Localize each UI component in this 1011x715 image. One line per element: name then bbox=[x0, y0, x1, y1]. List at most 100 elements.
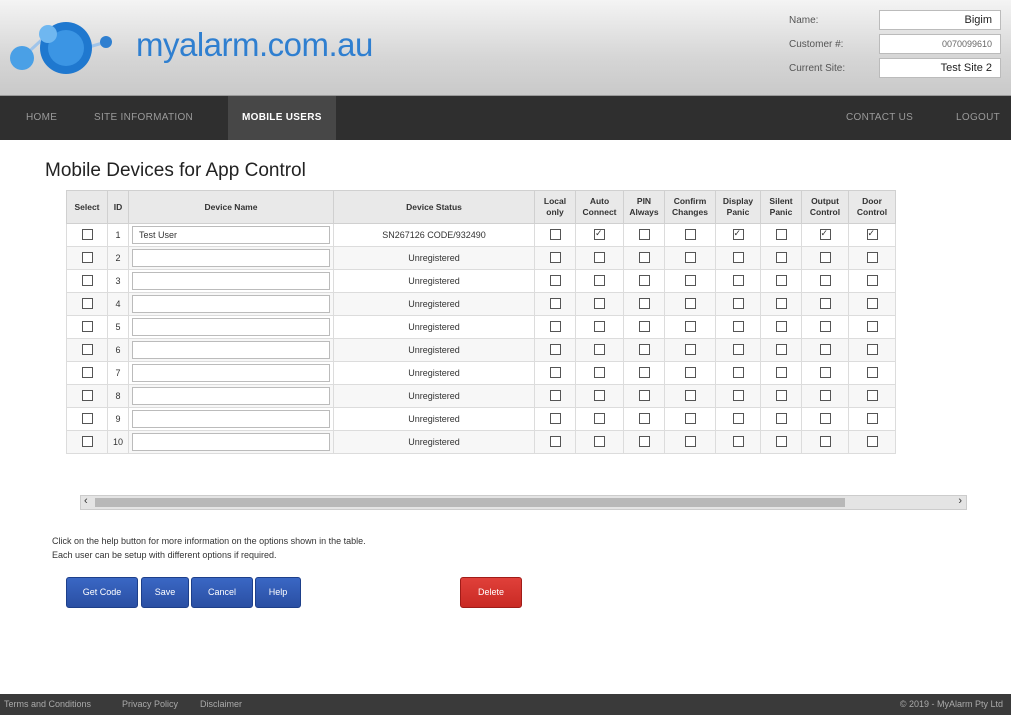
door-control-checkbox[interactable] bbox=[866, 297, 878, 309]
local-only-checkbox[interactable] bbox=[549, 297, 561, 309]
silent-panic-checkbox[interactable] bbox=[775, 297, 787, 309]
nav-mobile-users[interactable]: MOBILE USERS bbox=[228, 96, 336, 140]
display-panic-checkbox[interactable] bbox=[732, 366, 744, 378]
display-panic-checkbox[interactable] bbox=[732, 435, 744, 447]
local-only-checkbox[interactable] bbox=[549, 251, 561, 263]
output-control-checkbox[interactable] bbox=[819, 435, 831, 447]
pin-always-checkbox[interactable] bbox=[638, 297, 650, 309]
silent-panic-checkbox[interactable] bbox=[775, 435, 787, 447]
footer-terms-link[interactable]: Terms and Conditions bbox=[4, 694, 91, 715]
door-control-checkbox[interactable] bbox=[866, 274, 878, 286]
confirm-changes-checkbox[interactable] bbox=[684, 297, 696, 309]
output-control-checkbox[interactable] bbox=[819, 366, 831, 378]
auto-connect-checkbox[interactable] bbox=[594, 389, 605, 401]
select-checkbox[interactable] bbox=[81, 389, 93, 401]
silent-panic-checkbox[interactable] bbox=[775, 251, 787, 263]
confirm-changes-checkbox[interactable] bbox=[684, 412, 696, 424]
local-only-checkbox[interactable] bbox=[549, 389, 561, 401]
cancel-button[interactable]: Cancel bbox=[191, 577, 253, 608]
confirm-changes-checkbox[interactable] bbox=[684, 228, 696, 240]
horizontal-scrollbar[interactable]: ‹ › bbox=[80, 495, 967, 510]
door-control-checkbox[interactable] bbox=[866, 251, 878, 263]
pin-always-checkbox[interactable] bbox=[638, 228, 650, 240]
device-name-input[interactable] bbox=[132, 249, 330, 267]
silent-panic-checkbox[interactable] bbox=[775, 274, 787, 286]
output-control-checkbox[interactable] bbox=[819, 320, 831, 332]
door-control-checkbox[interactable] bbox=[866, 343, 878, 355]
local-only-checkbox[interactable] bbox=[549, 274, 561, 286]
pin-always-checkbox[interactable] bbox=[638, 389, 650, 401]
pin-always-checkbox[interactable] bbox=[638, 320, 650, 332]
output-control-checkbox[interactable] bbox=[819, 297, 831, 309]
pin-always-checkbox[interactable] bbox=[638, 435, 650, 447]
auto-connect-checkbox[interactable] bbox=[594, 412, 605, 424]
output-control-checkbox[interactable] bbox=[819, 343, 831, 355]
device-name-input[interactable] bbox=[132, 318, 330, 336]
nav-site-information[interactable]: SITE INFORMATION bbox=[94, 96, 193, 140]
silent-panic-checkbox[interactable] bbox=[775, 320, 787, 332]
select-checkbox[interactable] bbox=[81, 366, 93, 378]
local-only-checkbox[interactable] bbox=[549, 435, 561, 447]
local-only-checkbox[interactable] bbox=[549, 320, 561, 332]
silent-panic-checkbox[interactable] bbox=[775, 412, 787, 424]
door-control-checkbox[interactable] bbox=[866, 389, 878, 401]
door-control-checkbox[interactable] bbox=[866, 228, 878, 240]
scrollbar-thumb[interactable] bbox=[95, 498, 845, 507]
display-panic-checkbox[interactable] bbox=[732, 228, 744, 240]
display-panic-checkbox[interactable] bbox=[732, 320, 744, 332]
silent-panic-checkbox[interactable] bbox=[775, 228, 787, 240]
device-name-input[interactable]: Test User bbox=[132, 226, 330, 244]
output-control-checkbox[interactable] bbox=[819, 228, 831, 240]
confirm-changes-checkbox[interactable] bbox=[684, 251, 696, 263]
device-name-input[interactable] bbox=[132, 272, 330, 290]
pin-always-checkbox[interactable] bbox=[638, 274, 650, 286]
output-control-checkbox[interactable] bbox=[819, 389, 831, 401]
delete-button[interactable]: Delete bbox=[460, 577, 522, 608]
display-panic-checkbox[interactable] bbox=[732, 251, 744, 263]
confirm-changes-checkbox[interactable] bbox=[684, 389, 696, 401]
door-control-checkbox[interactable] bbox=[866, 366, 878, 378]
device-name-input[interactable] bbox=[132, 295, 330, 313]
footer-privacy-link[interactable]: Privacy Policy bbox=[122, 694, 178, 715]
nav-contact-us[interactable]: CONTACT US bbox=[846, 96, 913, 140]
device-name-input[interactable] bbox=[132, 341, 330, 359]
scroll-left-icon[interactable]: ‹ bbox=[84, 495, 88, 507]
door-control-checkbox[interactable] bbox=[866, 435, 878, 447]
silent-panic-checkbox[interactable] bbox=[775, 343, 787, 355]
auto-connect-checkbox[interactable] bbox=[594, 274, 605, 286]
help-button[interactable]: Help bbox=[255, 577, 301, 608]
door-control-checkbox[interactable] bbox=[866, 412, 878, 424]
confirm-changes-checkbox[interactable] bbox=[684, 366, 696, 378]
device-name-input[interactable] bbox=[132, 433, 330, 451]
select-checkbox[interactable] bbox=[81, 320, 93, 332]
get-code-button[interactable]: Get Code bbox=[66, 577, 138, 608]
local-only-checkbox[interactable] bbox=[549, 228, 561, 240]
auto-connect-checkbox[interactable] bbox=[594, 366, 605, 378]
select-checkbox[interactable] bbox=[81, 412, 93, 424]
nav-logout[interactable]: LOGOUT bbox=[956, 96, 1000, 140]
display-panic-checkbox[interactable] bbox=[732, 412, 744, 424]
pin-always-checkbox[interactable] bbox=[638, 366, 650, 378]
nav-home[interactable]: HOME bbox=[26, 96, 57, 140]
local-only-checkbox[interactable] bbox=[549, 366, 561, 378]
device-name-input[interactable] bbox=[132, 410, 330, 428]
device-name-input[interactable] bbox=[132, 364, 330, 382]
display-panic-checkbox[interactable] bbox=[732, 389, 744, 401]
auto-connect-checkbox[interactable] bbox=[594, 297, 605, 309]
door-control-checkbox[interactable] bbox=[866, 320, 878, 332]
display-panic-checkbox[interactable] bbox=[732, 274, 744, 286]
silent-panic-checkbox[interactable] bbox=[775, 389, 787, 401]
local-only-checkbox[interactable] bbox=[549, 412, 561, 424]
auto-connect-checkbox[interactable] bbox=[594, 228, 605, 240]
pin-always-checkbox[interactable] bbox=[638, 251, 650, 263]
select-checkbox[interactable] bbox=[81, 228, 93, 240]
pin-always-checkbox[interactable] bbox=[638, 343, 650, 355]
select-checkbox[interactable] bbox=[81, 251, 93, 263]
local-only-checkbox[interactable] bbox=[549, 343, 561, 355]
confirm-changes-checkbox[interactable] bbox=[684, 435, 696, 447]
confirm-changes-checkbox[interactable] bbox=[684, 343, 696, 355]
output-control-checkbox[interactable] bbox=[819, 251, 831, 263]
scroll-right-icon[interactable]: › bbox=[958, 495, 962, 507]
save-button[interactable]: Save bbox=[141, 577, 189, 608]
select-checkbox[interactable] bbox=[81, 343, 93, 355]
